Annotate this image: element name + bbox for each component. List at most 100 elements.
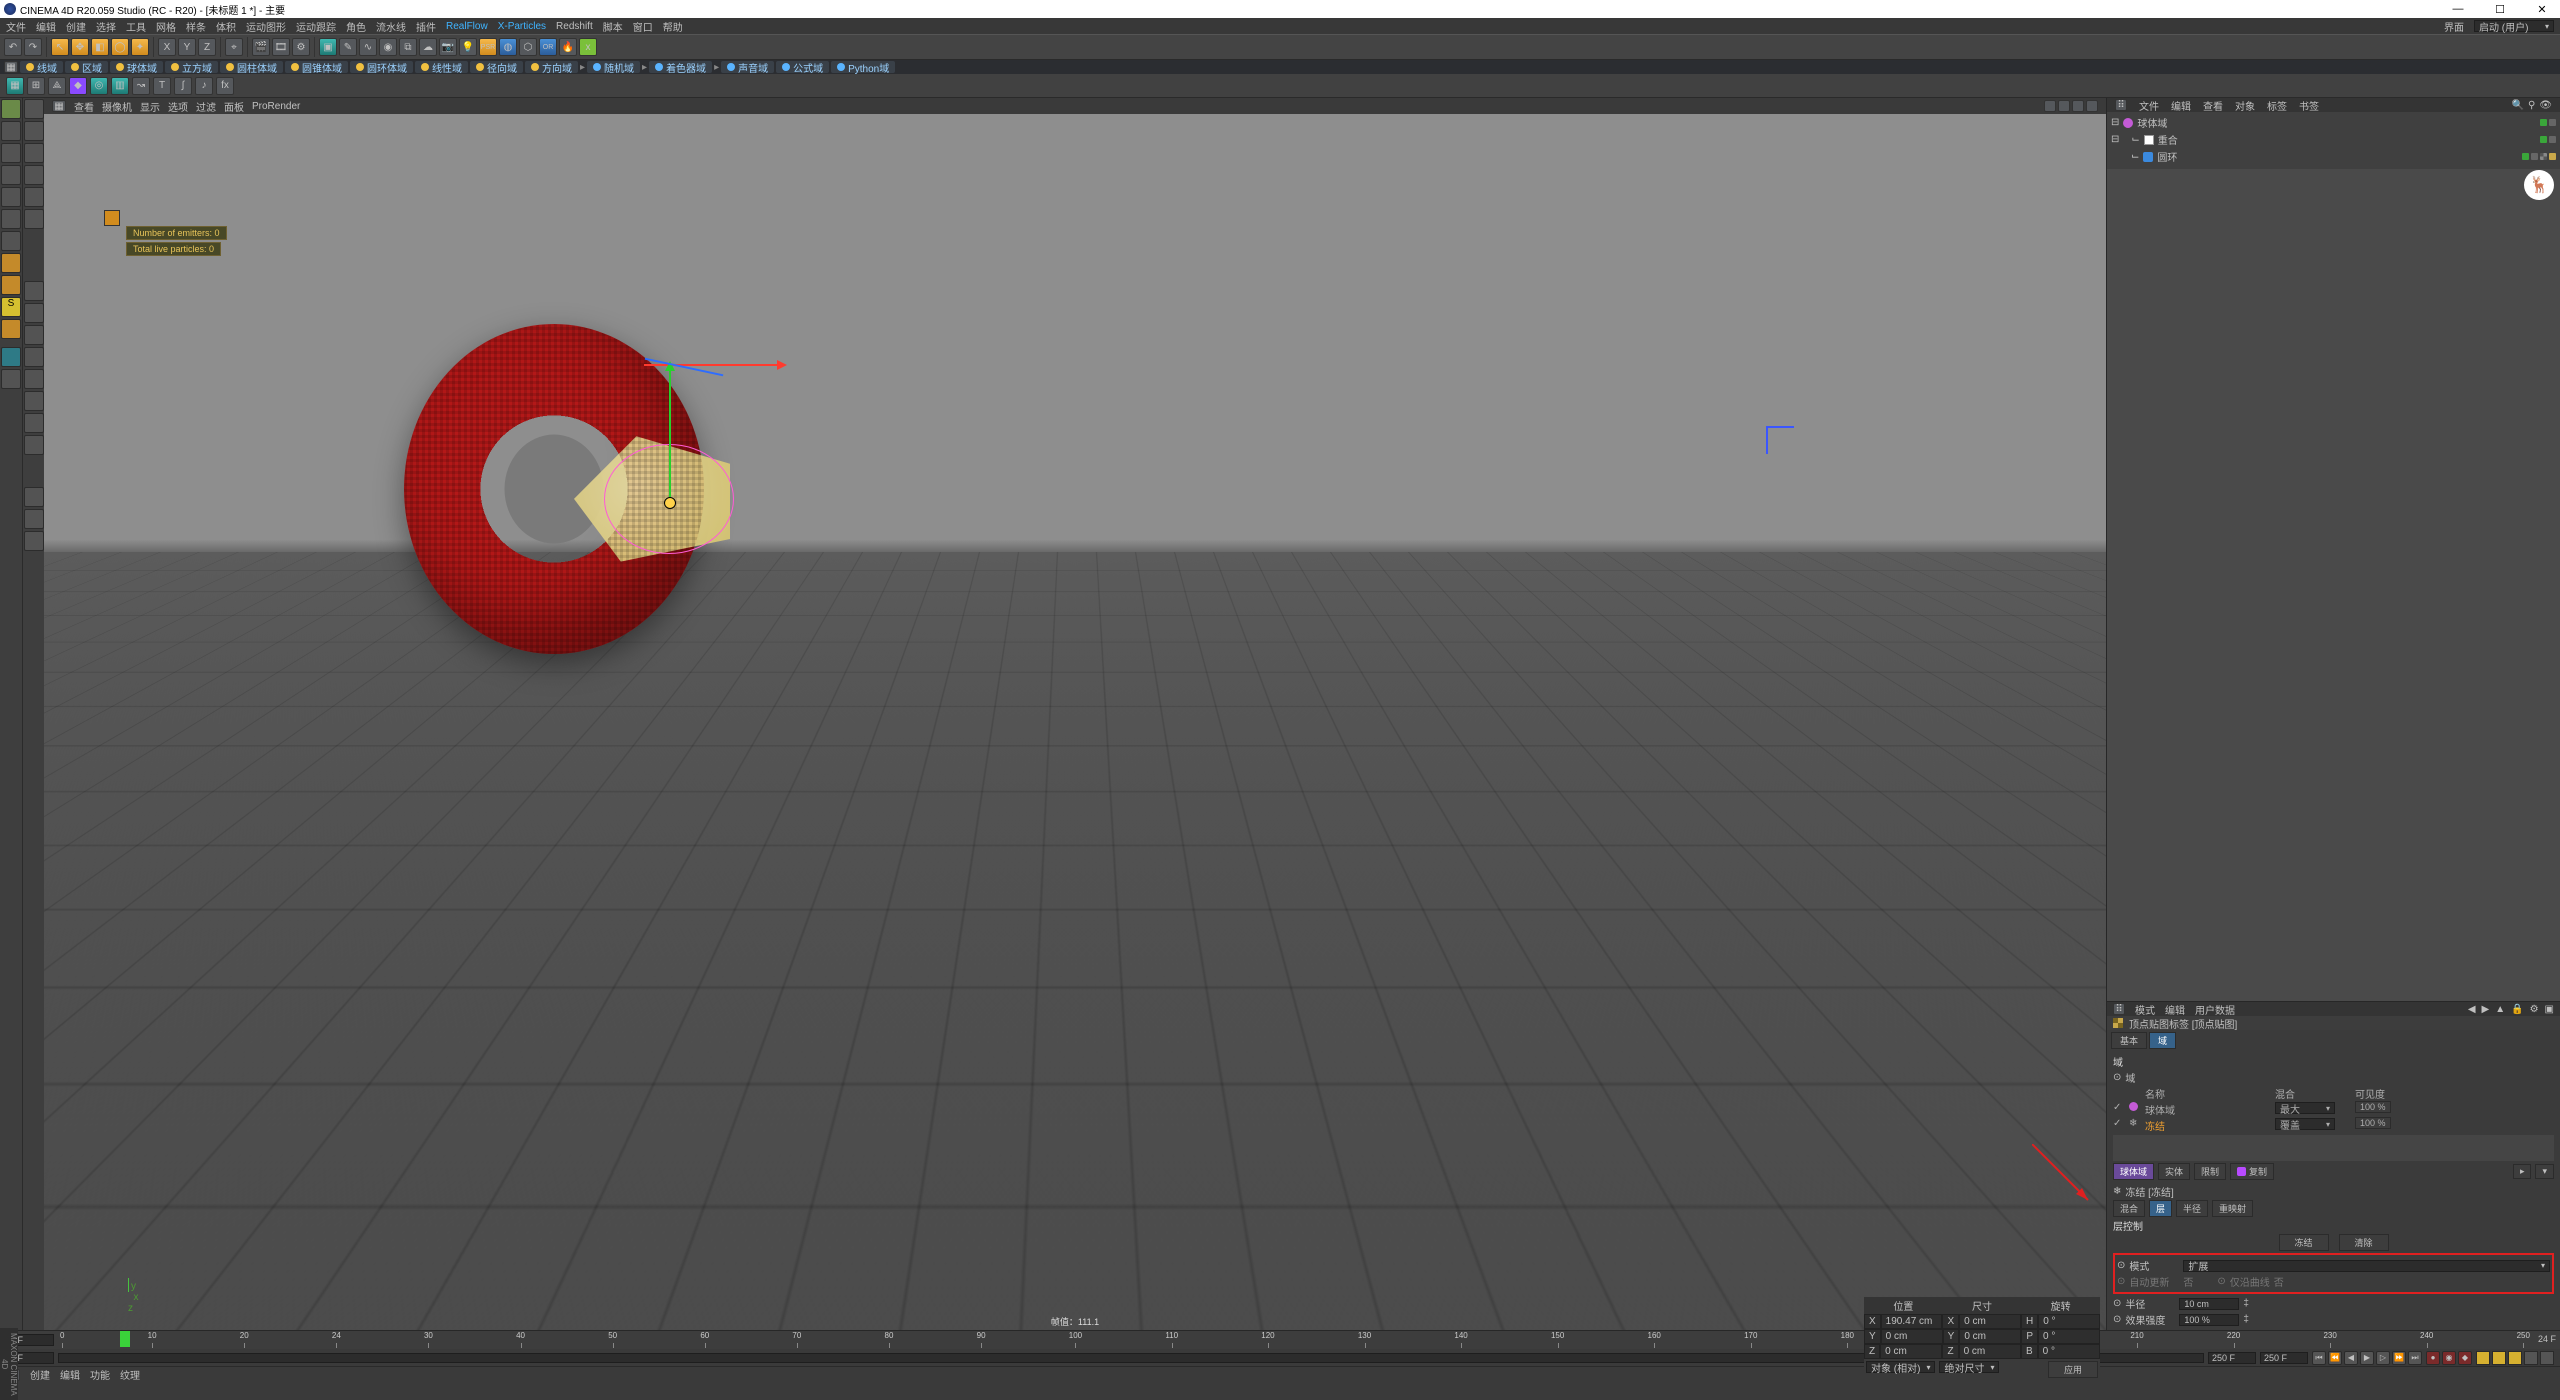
fx-icon[interactable]: fx [216, 77, 234, 95]
layout-select[interactable]: 启动 (用户) [2474, 20, 2554, 32]
prev-key-icon[interactable]: ⏪ [2328, 1351, 2342, 1365]
field-drop-area[interactable] [2113, 1135, 2554, 1161]
f8-icon[interactable] [24, 303, 44, 323]
coord-sys-icon[interactable]: ⌖ [225, 38, 243, 56]
goto-end-icon[interactable]: ⏭ [2408, 1351, 2422, 1365]
field-cube[interactable]: 立方域 [165, 61, 218, 73]
tab-fields[interactable]: 域 [2149, 1032, 2176, 1049]
next-key-icon[interactable]: ⏩ [2392, 1351, 2406, 1365]
time-icon[interactable]: T [153, 77, 171, 95]
f15-icon[interactable] [24, 487, 44, 507]
field-torus[interactable]: 圆环体域 [350, 61, 413, 73]
viewport[interactable]: Number of emitters: 0 Total live particl… [44, 114, 2106, 1330]
object-manager[interactable]: ⊟ 球体域 ⊟⌙ 重合 ⌙ 圆环 [2107, 112, 2560, 169]
subtab-radius[interactable]: 半径 [2176, 1200, 2208, 1217]
cloner-icon[interactable]: ▦ [6, 77, 24, 95]
lock-icon[interactable] [1, 369, 21, 389]
apply-button[interactable]: 应用 [2048, 1361, 2098, 1378]
step-icon[interactable]: ▥ [111, 77, 129, 95]
menu-script[interactable]: 脚本 [603, 19, 623, 34]
chip-solid[interactable]: 实体 [2158, 1163, 2190, 1180]
tab-view[interactable]: 查看 [2203, 98, 2223, 113]
subtab-layer[interactable]: 层 [2149, 1200, 2172, 1217]
field-sound[interactable]: 声音域 [721, 61, 774, 73]
key-pla-icon[interactable] [2540, 1351, 2554, 1365]
menu-xparticles[interactable]: X-Particles [498, 21, 546, 32]
field-radial[interactable]: 径向域 [470, 61, 523, 73]
field-direction[interactable]: 方向域 [525, 61, 578, 73]
axis-mode-icon[interactable] [1, 231, 21, 251]
field-icon[interactable]: ◎ [90, 77, 108, 95]
field-cone[interactable]: 圆锥体域 [285, 61, 348, 73]
camera-icon[interactable]: 📷 [439, 38, 457, 56]
volume-icon[interactable]: ◍ [499, 38, 517, 56]
matrix-icon[interactable]: ⊞ [27, 77, 45, 95]
model-mode-icon[interactable] [1, 99, 21, 119]
record-icon[interactable]: ● [2426, 1351, 2440, 1365]
field-python[interactable]: Python域 [831, 61, 895, 73]
f7-icon[interactable] [24, 281, 44, 301]
render-region-icon[interactable]: 🎞 [272, 38, 290, 56]
mat-texture[interactable]: 纹理 [120, 1367, 140, 1382]
chip-sphere[interactable]: 球体域 [2113, 1163, 2154, 1180]
menu-help[interactable]: 帮助 [663, 19, 683, 34]
s-icon[interactable]: S [1, 297, 21, 317]
minimize-button[interactable]: — [2444, 3, 2472, 16]
magnet-icon[interactable] [1, 319, 21, 339]
field-shader[interactable]: 着色器域 [649, 61, 712, 73]
vp-options[interactable]: 选项 [168, 99, 188, 114]
mat-edit[interactable]: 编辑 [60, 1367, 80, 1382]
tab-file[interactable]: 文件 [2139, 98, 2159, 113]
menu-file[interactable]: 文件 [6, 19, 26, 34]
field-layer-sphere[interactable]: ✓ 球体域 最大 100 % [2113, 1102, 2554, 1117]
menu-window[interactable]: 窗口 [633, 19, 653, 34]
rotate-icon[interactable]: ◯ [111, 38, 129, 56]
env-icon[interactable]: ☁ [419, 38, 437, 56]
poly-mode-icon[interactable] [1, 209, 21, 229]
timeline-ruler[interactable]: 0 F 010202430405060708090100110120130140… [0, 1331, 2560, 1349]
subtab-remap[interactable]: 重映射 [2212, 1200, 2253, 1217]
chip-up-icon[interactable]: ▸ [2513, 1164, 2532, 1179]
render-settings-icon[interactable]: ⚙ [292, 38, 310, 56]
field-cylinder[interactable]: 圆柱体域 [220, 61, 283, 73]
autokey-icon[interactable]: ◉ [2442, 1351, 2456, 1365]
mat-create[interactable]: 创建 [30, 1367, 50, 1382]
snap-icon[interactable] [1, 275, 21, 295]
render-icon[interactable]: 🎬 [252, 38, 270, 56]
menu-mesh[interactable]: 网格 [156, 19, 176, 34]
menu-volume[interactable]: 体积 [216, 19, 236, 34]
redo-icon[interactable]: ↷ [24, 38, 42, 56]
vp-nav2-icon[interactable] [2058, 100, 2070, 112]
path-icon[interactable]: ↝ [132, 77, 150, 95]
f14-icon[interactable] [24, 435, 44, 455]
vp-view[interactable]: 查看 [74, 99, 94, 114]
xp-icon[interactable]: x [579, 38, 597, 56]
playhead[interactable] [120, 1331, 130, 1347]
menu-realflow[interactable]: RealFlow [446, 21, 488, 32]
eye-icon[interactable]: 👁 [2539, 100, 2552, 111]
f2-icon[interactable] [24, 121, 44, 141]
tab-object[interactable]: 对象 [2235, 98, 2255, 113]
attr-userdata[interactable]: 用户数据 [2195, 1002, 2235, 1017]
f11-icon[interactable] [24, 369, 44, 389]
menu-edit[interactable]: 编辑 [36, 19, 56, 34]
object-mode-icon[interactable] [1, 121, 21, 141]
chip-limit[interactable]: 限制 [2194, 1163, 2226, 1180]
lock-icon[interactable]: 🔒 [2511, 1004, 2523, 1015]
light-icon[interactable]: 💡 [459, 38, 477, 56]
key-pos-icon[interactable] [2476, 1351, 2490, 1365]
vp-prorender[interactable]: ProRender [252, 101, 300, 112]
cube-icon[interactable]: ▣ [319, 38, 337, 56]
prev-icon[interactable]: ◀ [2468, 1004, 2476, 1015]
z-lock-icon[interactable]: Z [198, 38, 216, 56]
vp-panels[interactable]: 面板 [224, 99, 244, 114]
uv-mode-icon[interactable] [1, 253, 21, 273]
y-lock-icon[interactable]: Y [178, 38, 196, 56]
freeze-button[interactable]: 冻结 [2279, 1234, 2329, 1251]
f17-icon[interactable] [24, 531, 44, 551]
psr-icon[interactable]: PSR [479, 38, 497, 56]
vp-filter[interactable]: 过滤 [196, 99, 216, 114]
f12-icon[interactable] [24, 391, 44, 411]
workplane-icon[interactable] [1, 347, 21, 367]
goto-start-icon[interactable]: ⏮ [2312, 1351, 2326, 1365]
